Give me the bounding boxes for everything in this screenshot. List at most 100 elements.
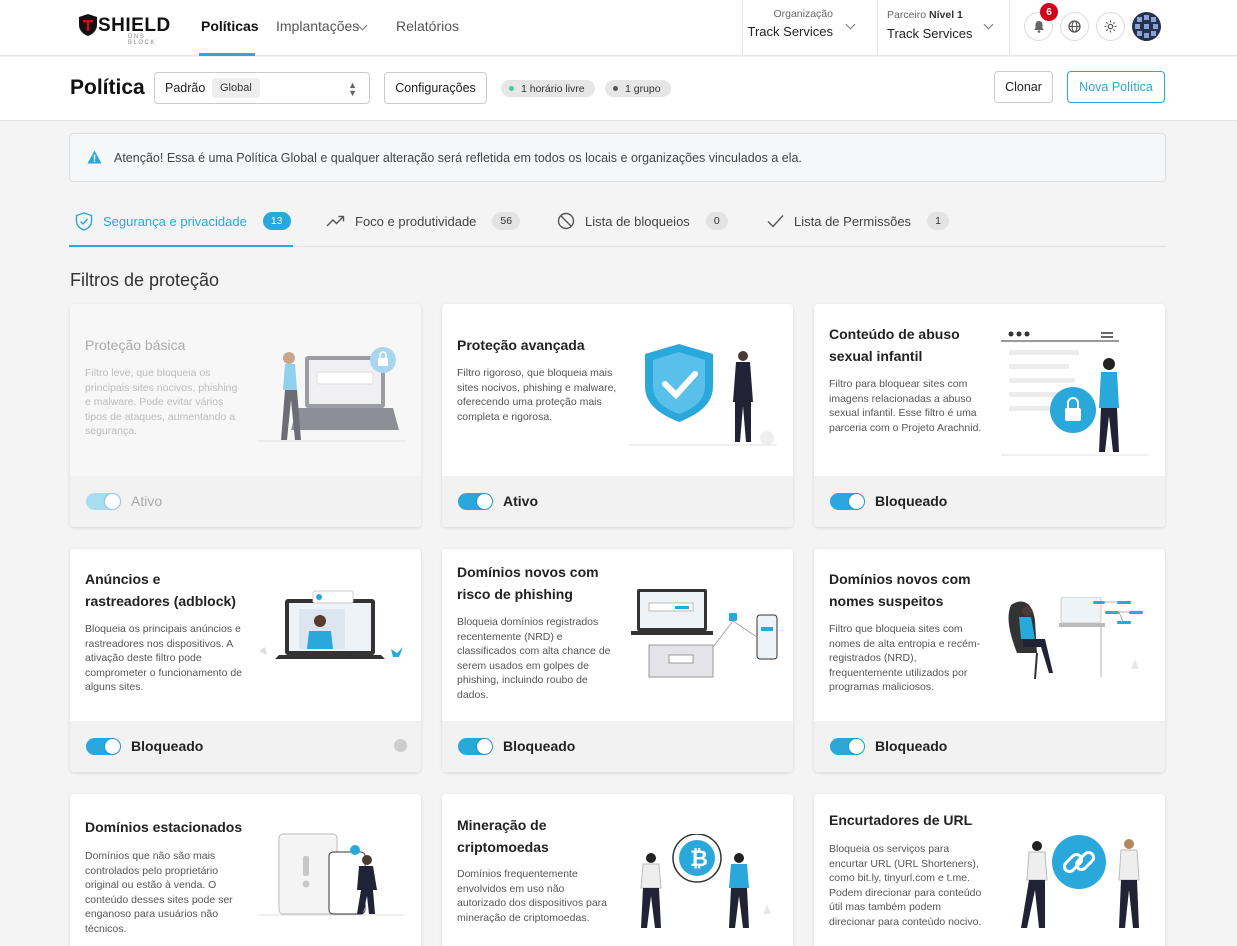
- theme-toggle-button[interactable]: [1096, 12, 1125, 41]
- card-description: Domínios frequentemente envolvidos em us…: [457, 868, 608, 924]
- tab-bloqueios[interactable]: Lista de bloqueios 0: [557, 210, 728, 232]
- document-lock-illustration: [1001, 331, 1149, 456]
- status-label: Bloqueado: [875, 738, 948, 754]
- filter-card-mineracao[interactable]: Mineração de criptomoedas Domínios frequ…: [442, 794, 793, 946]
- status-label: Bloqueado: [131, 738, 204, 754]
- organization-value: Track Services: [747, 24, 833, 39]
- organization-caption: Organização: [773, 8, 833, 20]
- card-description: Filtro leve, que bloqueia os principais …: [85, 367, 238, 437]
- policy-select-value: Padrão: [165, 81, 206, 95]
- card-footer: Bloqueado: [814, 721, 1165, 772]
- select-arrows-icon: ▲ ▼: [348, 80, 357, 98]
- card-title: Conteúdo de abuso sexual infantil: [829, 326, 960, 364]
- status-dot: [613, 86, 618, 91]
- filter-card-abuso-infantil[interactable]: Conteúdo de abuso sexual infantil Filtro…: [814, 304, 1165, 527]
- person-network-illustration: [1008, 597, 1143, 680]
- policy-global-tag: Global: [212, 78, 260, 98]
- trend-up-icon: [326, 215, 345, 227]
- partner-caption: Parceiro Nível 1: [887, 9, 963, 21]
- configuracoes-button[interactable]: Configurações: [384, 72, 487, 104]
- card-description: Domínios que não são mais controlados pe…: [85, 850, 233, 935]
- nav-relatorios[interactable]: Relatórios: [396, 18, 459, 34]
- phone-warning-illustration: [257, 833, 405, 916]
- chevron-down-icon: [983, 19, 994, 30]
- status-toggle[interactable]: [458, 493, 493, 510]
- card-footer: Bloqueado: [442, 721, 793, 772]
- status-toggle[interactable]: [86, 493, 121, 510]
- tab-count: 13: [262, 212, 291, 230]
- global-policy-alert: Atenção! Essa é uma Política Global e qu…: [69, 133, 1166, 182]
- alert-text: Atenção! Essa é uma Política Global e qu…: [114, 151, 802, 165]
- status-label: Ativo: [131, 493, 163, 509]
- card-description: Filtro para bloquear sites com imagens r…: [829, 378, 982, 434]
- partner-selector[interactable]: Parceiro Nível 1 Track Services: [887, 9, 977, 41]
- divider: [877, 0, 878, 56]
- card-description: Filtro rigoroso, que bloqueia mais sites…: [457, 367, 617, 423]
- tab-foco[interactable]: Foco e produtividade 56: [326, 210, 521, 232]
- card-footer: Bloqueado: [70, 721, 421, 772]
- svg-text:₿: ₿: [690, 847, 708, 872]
- group-chip[interactable]: 1 grupo: [605, 80, 671, 97]
- policy-select[interactable]: Padrão Global ▲ ▼: [154, 72, 370, 104]
- active-tab-indicator: [69, 245, 293, 247]
- user-avatar[interactable]: [1132, 12, 1161, 41]
- card-description: Filtro que bloqueia sites com nomes de a…: [829, 623, 981, 693]
- link-people-illustration: [1021, 835, 1140, 928]
- shield-check-icon: [75, 211, 93, 231]
- laptop-lock-illustration: [257, 347, 405, 442]
- tab-seguranca[interactable]: Segurança e privacidade 13: [75, 210, 291, 232]
- tab-label: Foco e produtividade: [355, 213, 477, 229]
- divider: [1009, 0, 1010, 56]
- free-schedule-chip[interactable]: 1 horário livre: [501, 80, 595, 97]
- clock-icon[interactable]: [394, 739, 407, 752]
- new-policy-button[interactable]: Nova Política: [1067, 71, 1165, 103]
- card-title: Proteção avançada: [457, 337, 585, 353]
- nav-active-indicator: [199, 53, 255, 56]
- filter-card-estacionados[interactable]: Domínios estacionados Domínios que não s…: [70, 794, 421, 946]
- sun-icon: [1104, 20, 1117, 33]
- status-toggle[interactable]: [86, 738, 121, 755]
- status-label: Bloqueado: [875, 493, 948, 509]
- clone-button[interactable]: Clonar: [994, 71, 1053, 103]
- page-title: Política: [70, 76, 145, 99]
- status-label: Ativo: [503, 493, 538, 509]
- filter-card-adblock[interactable]: Anúncios e rastreadores (adblock) Bloque…: [70, 549, 421, 772]
- chevron-down-icon: [845, 19, 856, 30]
- filter-card-nomes-suspeitos[interactable]: Domínios novos com nomes suspeitos Filtr…: [814, 549, 1165, 772]
- devices-phishing-illustration: [631, 589, 778, 678]
- divider: [742, 0, 743, 56]
- tab-permissoes[interactable]: Lista de Permissões 1: [767, 210, 950, 232]
- status-toggle[interactable]: [830, 738, 865, 755]
- filter-card-protecao-avancada[interactable]: Proteção avançada Filtro rigoroso, que b…: [442, 304, 793, 527]
- shield-logo[interactable]: SHIELD DNS BLOCK: [78, 13, 173, 46]
- status-toggle[interactable]: [458, 738, 493, 755]
- card-footer: Ativo: [70, 476, 421, 527]
- status-toggle[interactable]: [830, 493, 865, 510]
- card-title: Domínios novos com nomes suspeitos: [829, 571, 971, 609]
- laptop-person-illustration: [259, 590, 403, 659]
- status-label: Bloqueado: [503, 738, 576, 754]
- language-button[interactable]: [1060, 12, 1089, 41]
- check-icon: [767, 214, 784, 228]
- bell-icon: [1033, 21, 1044, 33]
- card-title: Encurtadores de URL: [829, 812, 973, 828]
- filter-card-encurtadores[interactable]: Encurtadores de URL Bloqueia os serviços…: [814, 794, 1165, 946]
- nav-politicas[interactable]: Políticas: [201, 18, 259, 34]
- card-footer: Ativo: [442, 476, 793, 527]
- top-navigation-bar: SHIELD DNS BLOCK Políticas Implantações …: [0, 0, 1237, 56]
- block-icon: [557, 212, 575, 230]
- filter-card-phishing-nrd[interactable]: Domínios novos com risco de phishing Blo…: [442, 549, 793, 772]
- tab-count: 56: [492, 212, 521, 230]
- filter-card-protecao-basica[interactable]: Proteção básica Filtro leve, que bloquei…: [70, 304, 421, 527]
- card-title: Anúncios e rastreadores (adblock): [85, 571, 236, 609]
- section-title: Filtros de proteção: [70, 270, 220, 290]
- nav-implantacoes[interactable]: Implantações: [276, 18, 359, 34]
- organization-selector[interactable]: Organização Track Services: [745, 8, 833, 39]
- tab-label: Lista de Permissões: [794, 213, 912, 229]
- card-description: Bloqueia os principais anúncios e rastre…: [85, 623, 243, 693]
- tab-count: 0: [705, 212, 728, 230]
- card-description: Bloqueia domínios registrados recentemen…: [457, 616, 611, 701]
- shield-icon: [79, 14, 97, 36]
- shield-person-illustration: [629, 344, 777, 446]
- card-title: Mineração de criptomoedas: [457, 817, 549, 855]
